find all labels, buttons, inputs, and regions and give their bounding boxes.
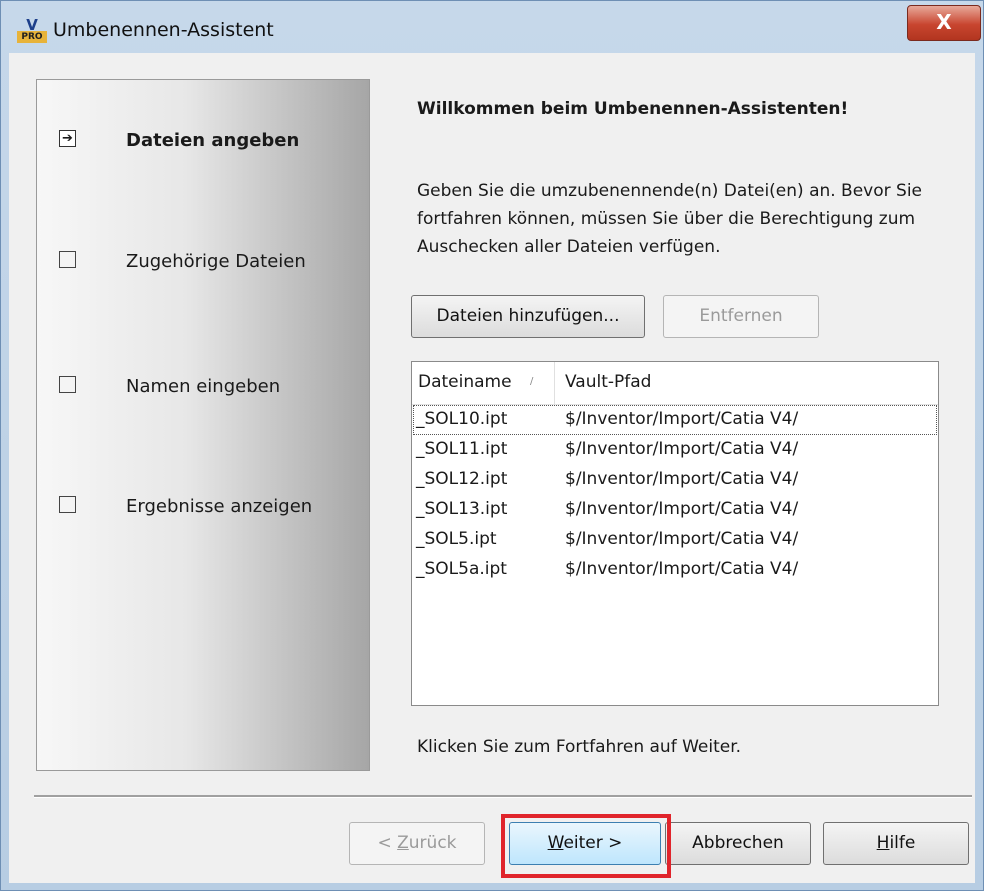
column-header-dateiname[interactable]: Dateiname [418,372,512,392]
step-ergebnisse-anzeigen: Ergebnisse anzeigen [59,490,359,520]
sort-icon: / [530,376,534,387]
table-row[interactable]: _SOL13.ipt $/Inventor/Import/Catia V4/ [413,495,937,525]
table-row[interactable]: _SOL11.ipt $/Inventor/Import/Catia V4/ [413,435,937,465]
welcome-heading: Willkommen beim Umbenennen-Assistenten! [417,99,849,119]
step-dateien-angeben: ➔ Dateien angeben [59,124,359,154]
file-name-cell: _SOL5.ipt [416,529,497,549]
vault-path-cell: $/Inventor/Import/Catia V4/ [565,469,799,489]
add-files-button[interactable]: Dateien hinzufügen... [411,295,645,338]
file-name-cell: _SOL5a.ipt [416,559,507,579]
vault-path-cell: $/Inventor/Import/Catia V4/ [565,559,799,579]
help-button[interactable]: Hilfe [823,822,969,865]
vault-pro-app-icon: V PRO [17,18,47,45]
column-header-vault-pfad[interactable]: Vault-Pfad [565,372,651,392]
file-name-cell: _SOL13.ipt [416,499,508,519]
table-row[interactable]: _SOL10.ipt $/Inventor/Import/Catia V4/ [413,405,937,435]
footer-divider [34,795,972,798]
table-row[interactable]: _SOL5.ipt $/Inventor/Import/Catia V4/ [413,525,937,555]
table-row[interactable]: _SOL12.ipt $/Inventor/Import/Catia V4/ [413,465,937,495]
step-zugehoerige-dateien: Zugehörige Dateien [59,245,359,275]
vault-path-cell: $/Inventor/Import/Catia V4/ [565,439,799,459]
back-button[interactable]: < Zurück [349,822,485,865]
file-list[interactable]: Dateiname / Vault-Pfad _SOL10.ipt $/Inve… [411,361,939,706]
remove-button[interactable]: Entfernen [663,295,819,338]
wizard-window: V PRO Umbenennen-Assistent X ➔ Dateien a… [0,0,984,891]
checkbox-icon [59,496,76,513]
vault-path-cell: $/Inventor/Import/Catia V4/ [565,409,799,429]
file-name-cell: _SOL12.ipt [416,469,508,489]
vault-path-cell: $/Inventor/Import/Catia V4/ [565,529,799,549]
column-divider[interactable] [554,362,555,404]
step-label: Ergebnisse anzeigen [126,496,313,517]
file-name-cell: _SOL11.ipt [416,439,508,459]
close-icon: X [936,10,952,34]
vault-path-cell: $/Inventor/Import/Catia V4/ [565,499,799,519]
list-header: Dateiname / Vault-Pfad [412,362,938,405]
continue-hint: Klicken Sie zum Fortfahren auf Weiter. [417,737,742,757]
step-label: Namen eingeben [126,376,281,397]
step-namen-eingeben: Namen eingeben [59,370,359,400]
cancel-button[interactable]: Abbrechen [665,822,811,865]
table-row[interactable]: _SOL5a.ipt $/Inventor/Import/Catia V4/ [413,555,937,585]
dialog-client-area: ➔ Dateien angeben Zugehörige Dateien Nam… [9,53,975,883]
file-name-cell: _SOL10.ipt [416,409,508,429]
arrow-right-icon: ➔ [59,130,76,147]
close-button[interactable]: X [907,5,981,41]
title-bar: V PRO Umbenennen-Assistent X [1,1,983,51]
instructions-text: Geben Sie die umzubenennende(n) Datei(en… [417,181,923,257]
steps-panel: ➔ Dateien angeben Zugehörige Dateien Nam… [36,79,370,771]
window-title: Umbenennen-Assistent [53,19,274,41]
step-label: Dateien angeben [126,130,300,151]
checkbox-icon [59,251,76,268]
step-label: Zugehörige Dateien [126,251,306,272]
checkbox-icon [59,376,76,393]
highlight-box [501,814,671,878]
